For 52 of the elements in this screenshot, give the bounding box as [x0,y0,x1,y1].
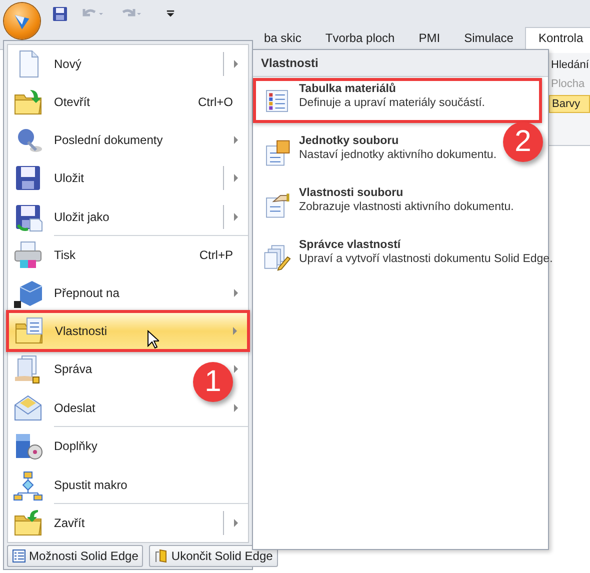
menu-item[interactable]: Poslední dokumenty [54,133,163,147]
submenu-item-description: Nastaví jednotky aktivního dokumentu. [299,149,497,161]
menu-item[interactable]: Nový [54,57,82,71]
submenu-title: Vlastnosti [253,50,548,77]
submenu-item-description: Upraví a vytvoří vlastnosti dokumentu Solid Edge. [299,253,553,265]
ribbon-command[interactable]: Barvy [549,95,590,113]
menu-item[interactable]: Přepnout na [54,286,120,300]
submenu-item-title: Tabulka materiálů [299,83,397,95]
submenu-item-description: Zobrazuje vlastnosti aktivního dokumentu. [299,201,514,213]
menu-item[interactable]: Spustit makro [54,478,128,492]
hand-document-icon [263,191,291,219]
ribbon-tab[interactable]: ba skic [252,28,314,49]
menu-item[interactable]: Doplňky [54,439,98,453]
units-icon [263,139,291,167]
submenu-arrow-icon [234,519,238,527]
ribbon-tab[interactable]: Tvorba ploch [313,28,407,49]
submenu-item-title: Vlastnosti souboru [299,187,404,199]
menu-item[interactable]: Tisk [54,248,76,262]
submenu-arrow-icon [234,365,238,373]
menu-item[interactable]: Zavřít [54,516,85,530]
menu-footer-button[interactable]: Možnosti Solid Edge [7,545,144,567]
ribbon-tab[interactable]: Kontrola [525,27,590,50]
printer-icon [12,239,44,271]
menu-item[interactable]: Otevřít [54,95,90,109]
submenu-item-title: Správce vlastností [299,239,402,251]
submenu-arrow-icon [234,174,238,182]
submenu-arrow-icon [234,289,238,297]
menu-item[interactable]: Uložit jako [54,210,110,224]
submenu-arrow-icon [234,212,238,220]
save-icon[interactable] [52,6,68,22]
menu-footer-button[interactable]: Ukončit Solid Edge [149,545,278,567]
menu-item[interactable]: Vlastnosti [8,312,248,350]
cursor-icon [147,330,159,349]
ribbon-command[interactable]: Hledání [549,57,590,73]
shortcut-label: Ctrl+O [198,95,233,109]
list-icon [263,87,291,115]
door-icon [154,549,168,563]
submenu-item-description: Definuje a upraví materiály součástí. [299,97,486,109]
menu-item[interactable]: Správa [54,362,92,376]
flowchart-icon [12,468,44,500]
submenu-arrow-icon [234,136,238,144]
ribbon-tab[interactable]: PMI [406,28,452,49]
pages-pencil-icon [263,243,291,271]
submenu-arrow-icon [234,60,238,68]
ribbon-tab[interactable]: Simulace [452,28,526,49]
menu-item[interactable]: Uložit [54,171,84,185]
submenu-arrow-icon [233,327,237,335]
submenu-item-title: Jednotky souboru [299,135,400,147]
submenu-arrow-icon [234,404,238,412]
shortcut-label: Ctrl+P [199,248,233,262]
menu-item[interactable]: Odeslat [54,400,96,414]
options-icon [12,549,26,563]
